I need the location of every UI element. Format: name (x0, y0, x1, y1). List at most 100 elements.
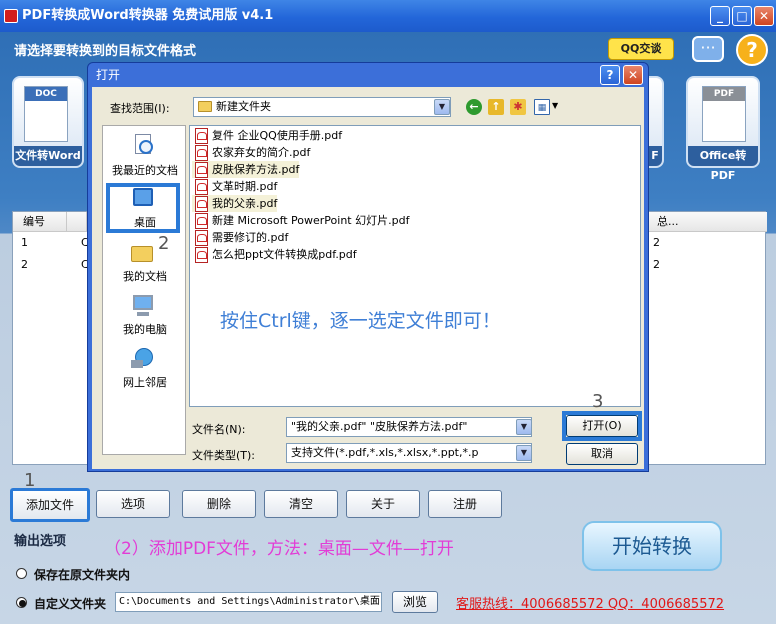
file-type-chevron-icon[interactable]: ▼ (516, 445, 532, 461)
app-title: PDF转换成Word转换器 免费试用版 v4.1 (22, 8, 274, 23)
chat-bubble-icon[interactable]: ··· (692, 36, 724, 62)
pdf-icon (195, 230, 208, 246)
office-to-pdf-label: Office转PDF (688, 146, 758, 182)
view-menu-icon[interactable]: ▦ (534, 99, 550, 115)
places-bar: 我最近的文档 桌面 我的文档 我的电脑 网上邻居 (102, 125, 186, 455)
custom-folder-label: 自定义文件夹 (34, 597, 107, 611)
look-in-select[interactable]: 新建文件夹 ▼ (193, 97, 451, 117)
add-files-button[interactable]: 添加文件 (10, 488, 90, 522)
place-network[interactable]: 网上邻居 (103, 342, 187, 394)
format-prompt: 请选择要转换到的目标文件格式 (14, 44, 197, 59)
place-recent-label: 我最近的文档 (112, 164, 178, 177)
dialog-help-button[interactable]: ? (600, 65, 620, 85)
place-recent[interactable]: 我最近的文档 (103, 130, 187, 182)
minimize-button[interactable]: _ (710, 6, 730, 26)
my-documents-icon (129, 240, 157, 264)
dialog-title: 打开 (96, 68, 121, 82)
pdf-type-label: PDF (703, 87, 745, 101)
close-button[interactable]: ✕ (754, 6, 774, 26)
my-computer-icon (129, 293, 157, 317)
maximize-button[interactable]: □ (732, 6, 752, 26)
row-2-number[interactable]: 2 (13, 254, 73, 276)
delete-button[interactable]: 删除 (182, 490, 256, 518)
file-item-selected[interactable]: 我的父亲.pdf (192, 195, 278, 212)
clear-button[interactable]: 清空 (264, 490, 338, 518)
doc-type-label: DOC (25, 87, 67, 101)
file-item[interactable]: 新建 Microsoft PowerPoint 幻灯片.pdf (192, 212, 409, 229)
place-my-computer[interactable]: 我的电脑 (103, 289, 187, 341)
pdf-icon (195, 179, 208, 195)
open-button[interactable]: 打开(O) (566, 415, 638, 437)
file-item-selected[interactable]: 皮肤保养方法.pdf (192, 161, 300, 178)
look-in-label: 查找范围(I): (110, 102, 170, 115)
output-options-title: 输出选项 (14, 534, 67, 549)
look-in-value: 新建文件夹 (216, 100, 271, 113)
column-header-name[interactable] (67, 212, 87, 232)
file-item[interactable]: 文革时期.pdf (192, 178, 277, 195)
pdf-icon (195, 247, 208, 263)
file-item[interactable]: 需要修订的.pdf (192, 229, 288, 246)
pdf-icon (195, 213, 208, 229)
step-2-marker: 2 (158, 233, 170, 254)
custom-folder-radio[interactable] (16, 597, 27, 608)
partial-tile[interactable]: F (648, 76, 664, 168)
ctrl-select-hint: 按住Ctrl键，逐一选定文件即可！ (220, 310, 501, 332)
save-original-radio[interactable] (16, 568, 27, 579)
chevron-down-icon[interactable]: ▼ (434, 99, 450, 115)
file-to-word-tile[interactable]: DOC 文件转Word (12, 76, 84, 168)
file-item[interactable]: 农家弃女的简介.pdf (192, 144, 310, 161)
dialog-close-button[interactable]: ✕ (623, 65, 643, 85)
file-name-chevron-icon[interactable]: ▼ (516, 419, 532, 435)
pdf-icon (195, 145, 208, 161)
pdf-file-icon: PDF (702, 86, 746, 142)
file-type-value: 支持文件(*.pdf,*.xls,*.xlsx,*.ppt,*.p (291, 446, 479, 459)
service-hotline-link[interactable]: 客服热线：4006685572 QQ：4006685572 (456, 593, 724, 612)
place-network-label: 网上邻居 (123, 376, 167, 389)
new-folder-icon[interactable]: ✱ (510, 99, 526, 115)
step-3-marker: 3 (592, 391, 604, 412)
cancel-button[interactable]: 取消 (566, 443, 638, 465)
row-2-total[interactable]: 2 (645, 254, 685, 276)
office-to-pdf-tile[interactable]: PDF Office转PDF (686, 76, 760, 182)
browse-button[interactable]: 浏览 (392, 591, 438, 613)
file-name-label: 文件名(N): (192, 423, 246, 436)
column-header-number[interactable]: 编号 (13, 212, 67, 232)
about-button[interactable]: 关于 (346, 490, 420, 518)
doc-file-icon: DOC (24, 86, 68, 142)
register-button[interactable]: 注册 (428, 490, 502, 518)
file-type-select[interactable]: 支持文件(*.pdf,*.xls,*.xlsx,*.ppt,*.p (286, 443, 532, 463)
row-1-number[interactable]: 1 (13, 232, 73, 254)
place-my-documents[interactable]: 我的文档 (103, 236, 187, 288)
back-icon[interactable]: ← (466, 99, 482, 115)
column-header-total[interactable]: 总... (647, 212, 767, 232)
app-logo-icon (4, 9, 18, 23)
qq-chat-button[interactable]: QQ交谈 (608, 38, 674, 60)
file-name-value: "我的父亲.pdf" "皮肤保养方法.pdf" (291, 420, 468, 433)
dialog-body: 查找范围(I): 新建文件夹 ▼ ← ↑ ✱ ▦ ▼ 我最近的文档 桌面 我的文… (92, 87, 644, 469)
desktop-highlight (106, 183, 180, 233)
dialog-titlebar: 打开 (88, 63, 648, 87)
file-type-label: 文件类型(T): (192, 449, 256, 462)
up-folder-icon[interactable]: ↑ (488, 99, 504, 115)
file-to-word-label: 文件转Word (14, 146, 82, 166)
instruction-step-2: （2）添加PDF文件，方法：桌面—文件—打开 (104, 539, 454, 559)
place-my-computer-label: 我的电脑 (123, 323, 167, 336)
pdf-icon (195, 162, 208, 178)
options-button[interactable]: 选项 (96, 490, 170, 518)
file-name-input[interactable]: "我的父亲.pdf" "皮肤保养方法.pdf" (286, 417, 532, 437)
start-convert-button[interactable]: 开始转换 (582, 521, 722, 571)
view-menu-chevron-icon[interactable]: ▼ (552, 101, 558, 110)
file-list[interactable]: 复件 企业QQ使用手册.pdf 农家弃女的简介.pdf 皮肤保养方法.pdf 文… (189, 125, 641, 407)
help-icon[interactable]: ? (736, 34, 768, 66)
pdf-icon (195, 128, 208, 144)
app-titlebar: PDF转换成Word转换器 免费试用版 v4.1 (0, 0, 776, 32)
save-original-label: 保存在原文件夹内 (34, 568, 131, 582)
pdf-icon (195, 196, 208, 212)
row-1-total[interactable]: 2 (645, 232, 685, 254)
file-item[interactable]: 怎么把ppt文件转换成pdf.pdf (192, 246, 357, 263)
file-item[interactable]: 复件 企业QQ使用手册.pdf (192, 127, 342, 144)
open-dialog: 打开 ? ✕ 查找范围(I): 新建文件夹 ▼ ← ↑ ✱ ▦ ▼ 我最近的文档 (87, 62, 649, 472)
folder-icon (198, 101, 212, 112)
place-my-documents-label: 我的文档 (123, 270, 167, 283)
output-path-input[interactable]: C:\Documents and Settings\Administrator\… (115, 592, 382, 612)
